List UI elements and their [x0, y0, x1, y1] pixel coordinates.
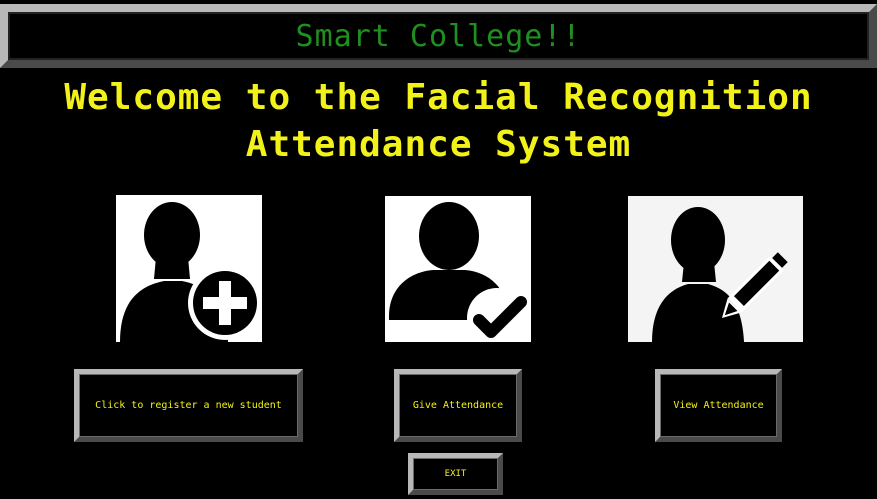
- welcome-line-2: Attendance System: [245, 124, 632, 165]
- title-bar: Smart College!!: [0, 4, 877, 68]
- exit-button[interactable]: EXIT: [408, 453, 503, 495]
- user-edit-icon: [628, 196, 803, 342]
- register-student-button[interactable]: Click to register a new student: [74, 369, 303, 442]
- user-add-icon: [116, 195, 262, 342]
- give-attendance-button[interactable]: Give Attendance: [394, 369, 522, 442]
- user-check-icon: [385, 196, 531, 342]
- view-attendance-button[interactable]: View Attendance: [655, 369, 782, 442]
- app-title: Smart College!!: [295, 18, 582, 54]
- welcome-line-1: Welcome to the Facial Recognition: [64, 77, 813, 118]
- welcome-heading: Welcome to the Facial Recognition Attend…: [0, 74, 877, 168]
